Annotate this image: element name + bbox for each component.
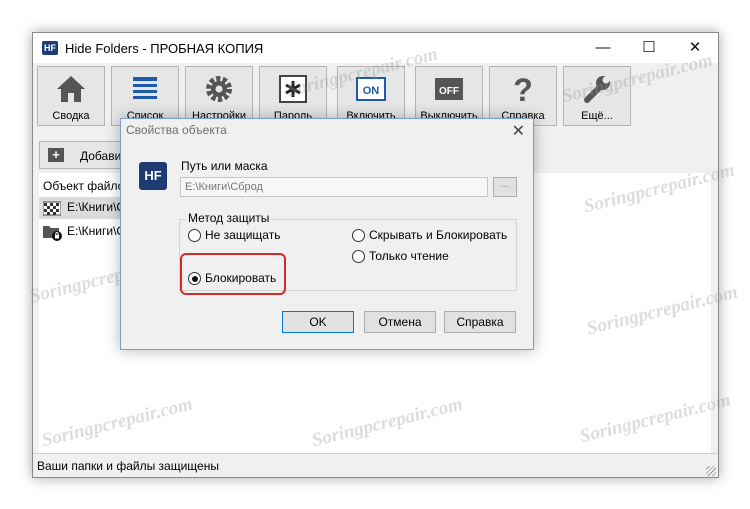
list-icon <box>133 77 157 99</box>
radio-indicator <box>352 250 365 263</box>
radio-label: Скрывать и Блокировать <box>369 228 508 242</box>
disable-button[interactable]: OFF Выключить <box>415 66 483 126</box>
list-item-path: E:\Книги\С <box>67 200 126 214</box>
cancel-button[interactable]: Отмена <box>364 311 436 333</box>
dialog-close-button[interactable]: ✕ <box>512 121 525 141</box>
settings-button[interactable]: Настройки <box>185 66 253 126</box>
password-icon <box>279 75 307 103</box>
radio-indicator <box>188 229 201 242</box>
resize-grip[interactable] <box>706 466 716 476</box>
protection-method-label: Метод защиты <box>185 211 273 225</box>
highlight-annotation <box>180 253 286 295</box>
browse-button[interactable]: ... <box>493 177 517 197</box>
list-column-header: Объект файлов <box>43 179 131 193</box>
home-icon <box>57 76 85 102</box>
gear-icon <box>206 76 232 102</box>
help-button[interactable]: ? Справка <box>489 66 557 126</box>
close-button[interactable]: ✕ <box>672 33 718 63</box>
help-icon-text: ? <box>513 73 533 105</box>
on-icon-text: ON <box>363 85 380 97</box>
enable-button[interactable]: ON Включить <box>337 66 405 126</box>
summary-label: Сводка <box>52 110 90 122</box>
status-text: Ваши папки и файлы защищены <box>37 459 219 473</box>
add-icon: + <box>48 148 64 162</box>
help-icon: ? <box>513 73 533 105</box>
list-item-path: E:\Книги\С <box>67 224 126 238</box>
properties-dialog: Свойства объекта ✕ HF Путь или маска ...… <box>120 118 534 350</box>
radio-label: Только чтение <box>369 249 449 263</box>
locked-folder-icon <box>43 226 62 241</box>
on-icon: ON <box>356 77 386 101</box>
list-button[interactable]: Список <box>111 66 179 126</box>
window-title: Hide Folders - ПРОБНАЯ КОПИЯ <box>65 41 264 56</box>
path-input[interactable] <box>180 177 488 197</box>
hidden-folder-icon <box>43 201 61 216</box>
ok-button[interactable]: OK <box>282 311 354 333</box>
dialog-help-button[interactable]: Справка <box>444 311 516 333</box>
title-bar[interactable]: HF Hide Folders - ПРОБНАЯ КОПИЯ — ☐ ✕ <box>33 33 718 63</box>
radio-label: Не защищать <box>205 228 281 242</box>
app-logo-icon: HF <box>139 162 167 190</box>
more-button[interactable]: Ещё... <box>563 66 631 126</box>
path-label: Путь или маска <box>181 159 268 173</box>
minimize-button[interactable]: — <box>580 33 626 63</box>
summary-button[interactable]: Сводка <box>37 66 105 126</box>
app-icon: HF <box>42 41 58 55</box>
off-icon-text: OFF <box>439 86 459 97</box>
wrench-icon <box>584 76 610 103</box>
more-label: Ещё... <box>581 110 613 122</box>
dialog-title: Свойства объекта <box>126 123 227 137</box>
password-button[interactable]: Пароль <box>259 66 327 126</box>
status-bar: Ваши папки и файлы защищены <box>33 453 718 478</box>
radio-indicator <box>352 229 365 242</box>
off-icon: OFF <box>435 78 463 100</box>
maximize-button[interactable]: ☐ <box>626 33 672 63</box>
